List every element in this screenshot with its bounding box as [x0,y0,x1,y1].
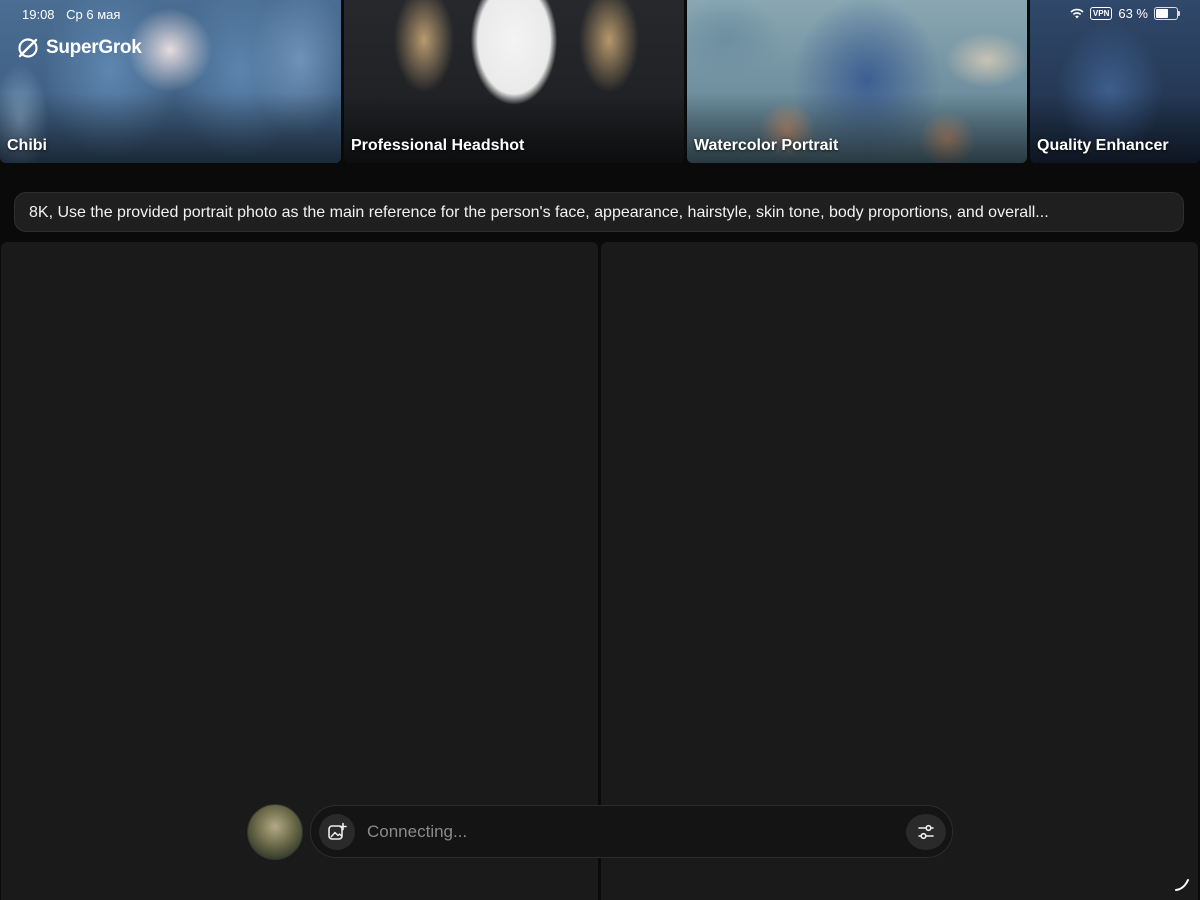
settings-button[interactable] [906,814,946,850]
composer: Connecting... [310,805,953,858]
template-card-label: Professional Headshot [351,137,525,154]
template-card-label: Quality Enhancer [1037,137,1169,154]
status-bar: 19:08 Ср 6 мая VPN 63 % [0,0,1200,28]
composer-input[interactable]: Connecting... [367,806,887,857]
status-time: 19:08 [22,7,55,22]
grok-logo-icon [18,38,38,58]
resize-handle-icon[interactable] [1174,876,1190,892]
status-date: Ср 6 мая [66,7,121,22]
image-panel-right [601,242,1198,900]
wifi-icon [1070,8,1084,19]
brand-logo[interactable]: SuperGrok [16,36,142,60]
status-left: 19:08 Ср 6 мая [22,7,128,22]
battery-percent: 63 % [1118,6,1148,21]
template-card-label: Chibi [7,137,47,154]
template-card-label: Watercolor Portrait [694,137,839,154]
attach-image-button[interactable] [319,814,355,850]
vpn-badge: VPN [1089,7,1113,20]
image-panel-left [1,242,598,900]
sliders-icon [918,824,934,840]
status-right: VPN 63 % [1070,6,1180,21]
battery-icon [1154,7,1180,20]
avatar[interactable] [247,804,303,860]
image-plus-icon [328,822,347,840]
prompt-text[interactable]: 8K, Use the provided portrait photo as t… [14,192,1184,232]
brand-name: SuperGrok [46,37,142,58]
